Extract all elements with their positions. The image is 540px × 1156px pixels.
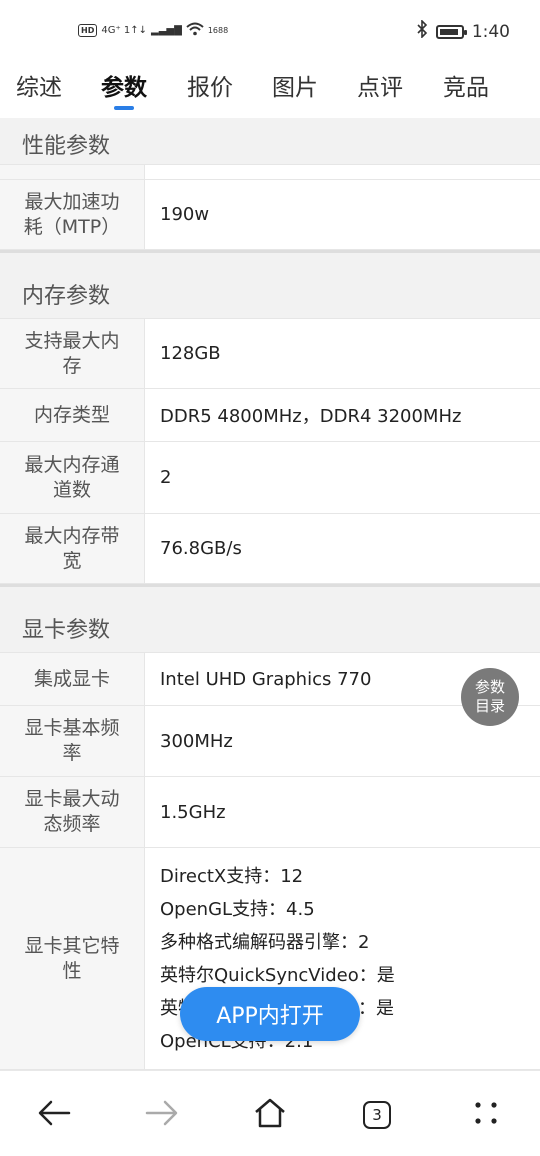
row-label: 最大加速功耗（MTP） [0,180,145,249]
tabs-button[interactable]: 3 [355,1093,399,1137]
table-row: 内存类型 DDR5 4800MHz，DDR4 3200MHz [0,389,540,442]
more-dots-icon [472,1099,500,1131]
back-button[interactable] [32,1093,76,1137]
battery-icon [435,24,467,39]
clock: 1:40 [471,21,510,42]
section-title: 性能参数 [22,134,111,159]
tab-overview[interactable]: 综述 [16,68,62,102]
toc-label-line2: 目录 [474,697,505,715]
open-in-app-button[interactable]: APP内打开 [180,987,360,1041]
signal-icon: ▂▃▅▇ [151,25,182,36]
section-header-graphics: 显卡参数 [0,602,540,652]
row-value: 1.5GHz [160,801,226,823]
menu-button[interactable] [464,1093,508,1137]
row-value: 76.8GB/s [160,538,242,559]
status-right: 1:40 [416,19,510,43]
table-row: 显卡基本频率 300MHz [0,706,540,777]
feature-line: 多种格式编解码器引擎：2 [160,932,370,953]
forward-button[interactable] [140,1093,184,1137]
status-bar: HD 4G⁺ 1↑↓ ▂▃▅▇ 1688 1:40 [0,0,540,62]
row-label: 显卡基本频率 [0,706,145,776]
feature-line: DirectX支持：12 [160,866,304,887]
row-value: 190w [160,204,210,225]
table-row: 集成显卡 Intel UHD Graphics 770 [0,652,540,706]
home-icon [253,1097,287,1133]
home-button[interactable] [248,1093,292,1137]
section-title: 内存参数 [22,284,111,309]
section-title: 显卡参数 [22,618,111,643]
params-content: 性能参数 最大加速功耗（MTP） 190w 内存参数 支持最大内存 128GB … [0,118,540,1070]
row-label: 支持最大内存 [0,319,145,388]
row-value: 128GB [160,343,221,364]
section-header-memory: 内存参数 [0,268,540,318]
table-row-partial [0,164,540,180]
signal-text: 4G⁺ 1↑↓ [101,25,148,36]
row-value: DDR5 4800MHz，DDR4 3200MHz [160,406,462,427]
section-divider [0,250,540,253]
row-label: 显卡最大动态频率 [0,777,145,847]
tab-images[interactable]: 图片 [272,68,318,102]
row-label: 内存类型 [0,389,145,441]
active-tab-indicator [114,106,134,110]
table-row: 最大内存带宽 76.8GB/s [0,514,540,584]
row-label: 集成显卡 [0,653,145,705]
bluetooth-icon [416,19,428,43]
tab-params[interactable]: 参数 [101,68,147,102]
tab-bar: 综述 参数 报价 图片 点评 竞品 [0,62,540,118]
table-row: 显卡最大动态频率 1.5GHz [0,777,540,848]
hd-badge: HD [78,24,98,37]
speed-text: 1688 [207,26,229,35]
row-label: 显卡其它特性 [0,848,145,1069]
row-label-partial [0,165,145,179]
toc-label-line1: 参数 [474,678,505,696]
section-divider [0,584,540,587]
row-label: 最大内存带宽 [0,514,145,583]
tab-count-icon: 3 [363,1101,391,1129]
tab-competitors[interactable]: 竞品 [443,68,489,102]
section-header-performance: 性能参数 [0,118,540,168]
table-row: 最大内存通道数 2 [0,442,540,514]
table-row: 支持最大内存 128GB [0,318,540,389]
table-row: 最大加速功耗（MTP） 190w [0,180,540,250]
row-value: 2 [160,467,172,488]
forward-arrow-icon [145,1100,179,1130]
feature-line: OpenGL支持：4.5 [160,899,315,920]
param-toc-button[interactable]: 参数 目录 [461,668,519,726]
row-value: 300MHz [160,730,233,752]
browser-bottom-nav: 3 [0,1070,540,1156]
row-value: Intel UHD Graphics 770 [160,668,372,690]
tab-reviews[interactable]: 点评 [357,68,403,102]
status-left: HD 4G⁺ 1↑↓ ▂▃▅▇ 1688 [78,22,228,39]
tab-price[interactable]: 报价 [187,68,233,102]
back-arrow-icon [37,1100,71,1130]
tab-count: 3 [372,1106,382,1124]
wifi-icon [186,22,204,39]
row-label: 最大内存通道数 [0,442,145,513]
